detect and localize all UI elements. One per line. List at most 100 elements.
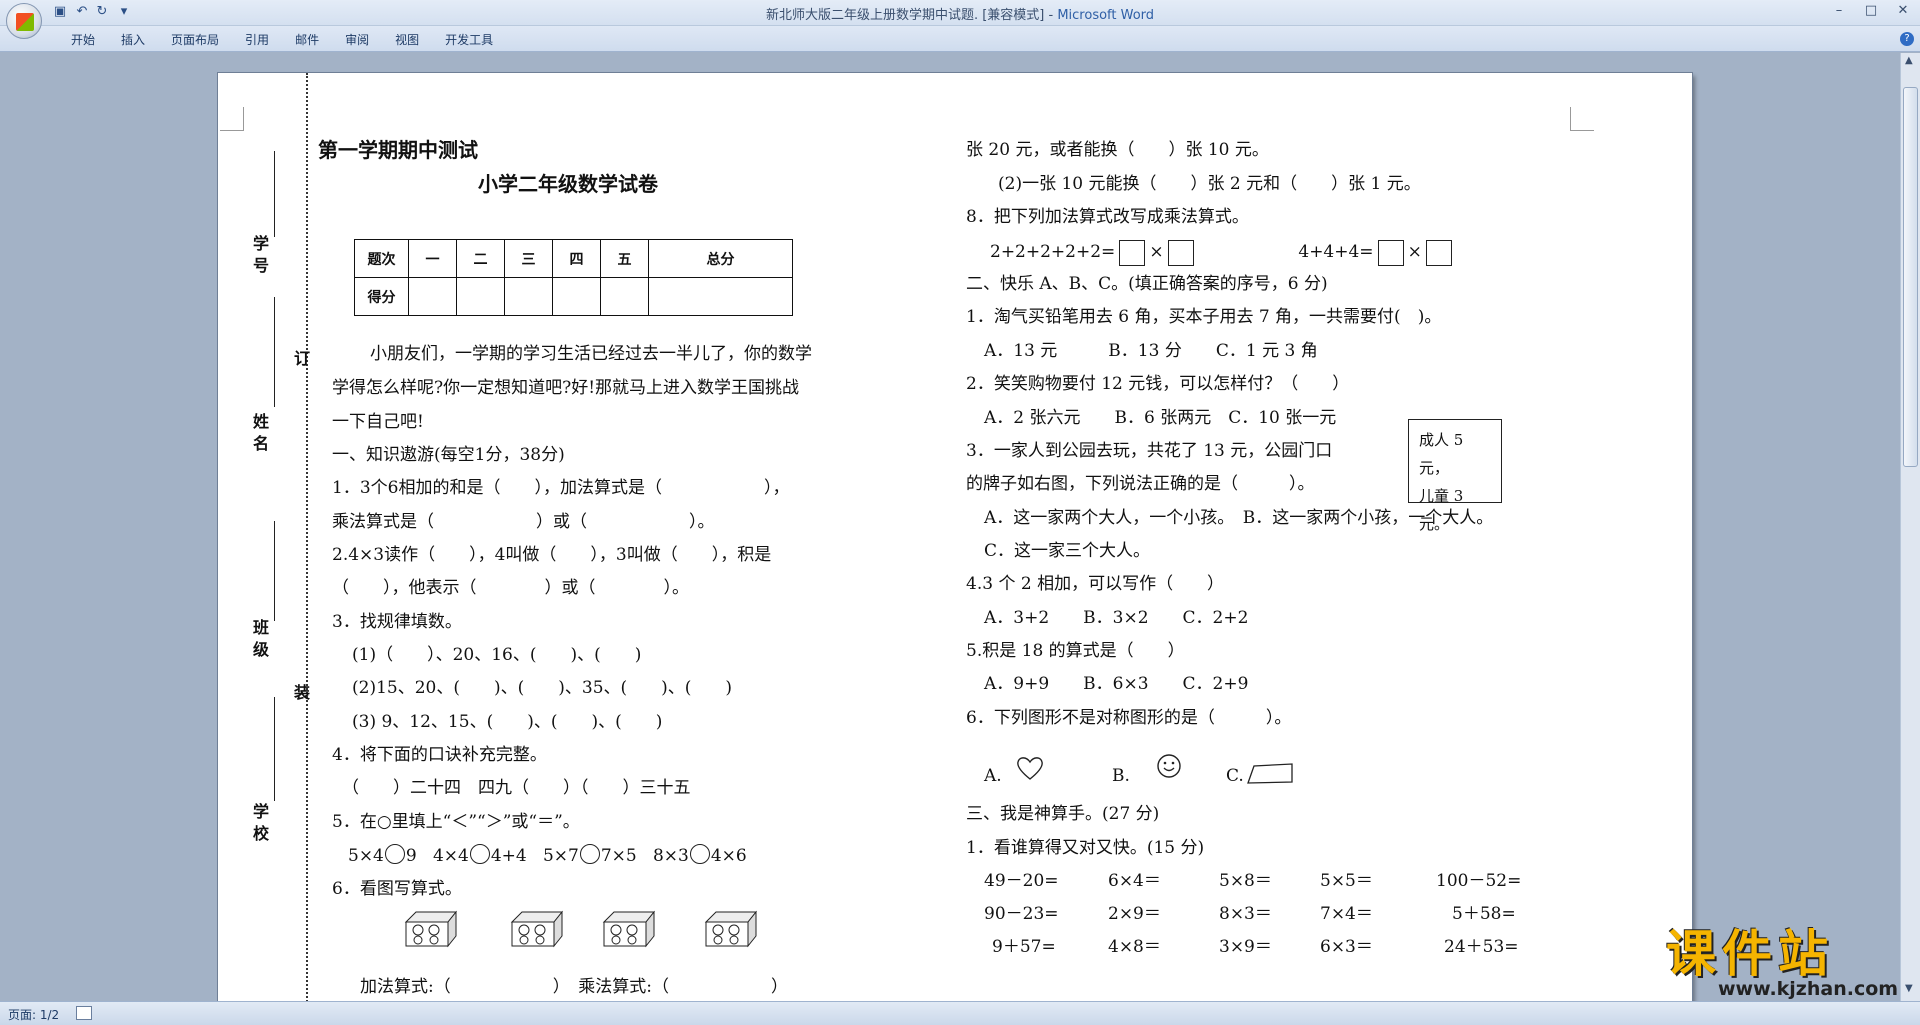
calc-item: 7×4＝ bbox=[1320, 904, 1373, 924]
ribbon: 开始 插入 页面布局 引用 邮件 审阅 视图 开发工具 ? bbox=[0, 26, 1920, 52]
question-line: 8．把下列加法算式改写成乘法算式。 bbox=[966, 207, 1249, 227]
answer-box[interactable] bbox=[1377, 239, 1404, 266]
price-sign-line: 成人 5 元， bbox=[1419, 431, 1464, 477]
table-header: 总分 bbox=[648, 239, 793, 278]
vertical-scrollbar[interactable]: ▲ ▼ bbox=[1900, 53, 1920, 1001]
tab-home[interactable]: 开始 bbox=[58, 31, 108, 48]
help-icon[interactable]: ? bbox=[1900, 32, 1914, 46]
smiley-face-icon bbox=[1157, 754, 1181, 778]
compare-expr: 5×4 bbox=[348, 846, 384, 866]
binding-dash-line bbox=[306, 73, 308, 1001]
table-header: 题次 bbox=[354, 239, 409, 278]
circle-blank-icon[interactable] bbox=[689, 844, 710, 864]
answer-box[interactable] bbox=[1167, 239, 1194, 266]
tab-review[interactable]: 审阅 bbox=[332, 31, 382, 48]
circle-blank-icon[interactable] bbox=[579, 844, 600, 864]
question-line: 2．笑笑购物要付 12 元钱，可以怎样付？（ ） bbox=[966, 374, 1350, 394]
calc-item: 3×9＝ bbox=[1219, 937, 1272, 957]
shape-option-b: B. bbox=[1112, 766, 1130, 786]
question-line: (3) 9、12、15、( )、( )、( ) bbox=[352, 712, 663, 732]
option-line: A．9+9 B．6×3 C．2+9 bbox=[984, 674, 1249, 694]
calc-item: 90－23= bbox=[984, 904, 1059, 924]
table-cell[interactable] bbox=[408, 277, 457, 316]
label-student-id: 学号 bbox=[252, 234, 269, 275]
scroll-up-icon[interactable]: ▲ bbox=[1905, 55, 1913, 66]
document-page[interactable]: 学号 姓名 班级 学校 订 装 第一学期期中测试 小学二年级数学试卷 题次 一 … bbox=[218, 73, 1692, 1001]
question-line: 1．看谁算得又对又快。(15 分) bbox=[966, 838, 1205, 858]
question-line: 6．看图写算式。 bbox=[332, 879, 462, 899]
calc-item: 5×5＝ bbox=[1320, 871, 1373, 891]
question-line: 3．找规律填数。 bbox=[332, 612, 462, 632]
question-line: 1．淘气买铅笔用去 6 角，买本子用去 7 角，一共需要付( )。 bbox=[966, 307, 1442, 327]
shape-option-c: C. bbox=[1226, 766, 1244, 786]
binding-mark-zhuang: 装 bbox=[293, 683, 310, 702]
question-line: 加法算式:（ ） 乘法算式:（ ） bbox=[360, 977, 788, 997]
question-line: 1．3个6相加的和是（ ），加法算式是（ ）， bbox=[332, 478, 790, 498]
office-logo-icon bbox=[16, 13, 34, 31]
section-heading: 一、知识遨游(每空1分，38分) bbox=[332, 445, 565, 465]
crop-mark-top-right bbox=[1570, 107, 1594, 131]
rewrite-expr: 2+2+2+2+2= bbox=[990, 242, 1116, 262]
question-line: 2.4×3读作（ ），4叫做（ ），3叫做（ ），积是 bbox=[332, 545, 772, 565]
window-title: 新北师大版二年级上册数学期中试题. [兼容模式] - Microsoft Wor… bbox=[765, 8, 1155, 23]
tab-view[interactable]: 视图 bbox=[382, 31, 432, 48]
price-sign-box: 成人 5 元， 儿童 3 元。 bbox=[1408, 419, 1502, 533]
calc-item: 5＋58= bbox=[1452, 904, 1516, 924]
compare-expr: 8×3 bbox=[652, 846, 689, 866]
proofing-icon[interactable] bbox=[76, 1006, 92, 1020]
scroll-down-icon[interactable]: ▼ bbox=[1905, 983, 1913, 994]
calc-item: 2×9＝ bbox=[1108, 904, 1161, 924]
circle-blank-icon[interactable] bbox=[384, 844, 405, 864]
table-header: 二 bbox=[456, 239, 505, 278]
compare-expr: 4×6 bbox=[710, 846, 747, 866]
tab-insert[interactable]: 插入 bbox=[108, 31, 158, 48]
question-line: (2)一张 10 元能换（ ）张 2 元和（ ）张 1 元。 bbox=[998, 174, 1421, 194]
calc-item: 6×4＝ bbox=[1108, 871, 1161, 891]
question-line: 4.3 个 2 相加，可以写作（ ） bbox=[966, 574, 1225, 594]
office-button[interactable] bbox=[6, 3, 42, 39]
tab-developer[interactable]: 开发工具 bbox=[432, 31, 506, 48]
heart-shape-icon bbox=[1017, 757, 1043, 780]
table-cell[interactable] bbox=[648, 277, 793, 316]
tab-references[interactable]: 引用 bbox=[232, 31, 282, 48]
parallelogram-shape-icon bbox=[1247, 763, 1293, 784]
app-name: Microsoft Word bbox=[1057, 8, 1155, 23]
status-bar: 页面: 1/2 bbox=[0, 1001, 1920, 1025]
compare-expr: 4+4 bbox=[490, 846, 527, 866]
rewrite-expr: 4+4+4= bbox=[1298, 242, 1374, 262]
page-count[interactable]: 页面: 1/2 bbox=[8, 1006, 59, 1023]
option-line: C．这一家三个大人。 bbox=[984, 541, 1151, 561]
question-line: (2)15、20、( )、( )、35、( )、( ) bbox=[352, 678, 733, 698]
table-cell[interactable] bbox=[600, 277, 649, 316]
crop-mark-top-left bbox=[220, 107, 244, 131]
close-button[interactable]: ✕ bbox=[1892, 3, 1914, 21]
answer-box[interactable] bbox=[1119, 239, 1146, 266]
tab-page-layout[interactable]: 页面布局 bbox=[158, 31, 232, 48]
fill-line-student-id bbox=[274, 151, 275, 237]
exam-title: 第一学期期中测试 bbox=[318, 138, 478, 162]
tab-mailings[interactable]: 邮件 bbox=[282, 31, 332, 48]
fill-line-class bbox=[274, 521, 275, 621]
question-line: 5．在○里填上“＜”“＞”或“＝”。 bbox=[332, 812, 580, 832]
maximize-button[interactable]: □ bbox=[1860, 3, 1882, 21]
table-cell[interactable] bbox=[456, 277, 505, 316]
compare-expr: 7×5 bbox=[600, 846, 637, 866]
table-row: 题次 一 二 三 四 五 总分 bbox=[354, 239, 793, 278]
table-row-label: 得分 bbox=[354, 277, 409, 316]
calc-item: 6×3＝ bbox=[1320, 937, 1373, 957]
circle-blank-icon[interactable] bbox=[469, 844, 490, 864]
document-area[interactable]: 学号 姓名 班级 学校 订 装 第一学期期中测试 小学二年级数学试卷 题次 一 … bbox=[0, 53, 1900, 1001]
question-line: （ ），他表示（ ）或（ ）。 bbox=[332, 578, 689, 598]
answer-box[interactable] bbox=[1425, 239, 1452, 266]
table-cell[interactable] bbox=[552, 277, 601, 316]
label-name: 姓名 bbox=[252, 412, 269, 453]
cake-box-icon bbox=[704, 910, 758, 948]
minimize-button[interactable]: – bbox=[1828, 3, 1850, 21]
scroll-thumb[interactable] bbox=[1903, 87, 1918, 467]
question-line: 6．下列图形不是对称图形的是（ ）。 bbox=[966, 708, 1292, 728]
question-line: 的牌子如右图，下列说法正确的是（ ）。 bbox=[966, 474, 1315, 494]
table-row: 得分 bbox=[354, 277, 793, 316]
option-line: A．3+2 B．3×2 C．2+2 bbox=[984, 608, 1249, 628]
table-cell[interactable] bbox=[504, 277, 553, 316]
section-heading: 二、快乐 A、B、C。(填正确答案的序号，6 分) bbox=[966, 274, 1328, 294]
